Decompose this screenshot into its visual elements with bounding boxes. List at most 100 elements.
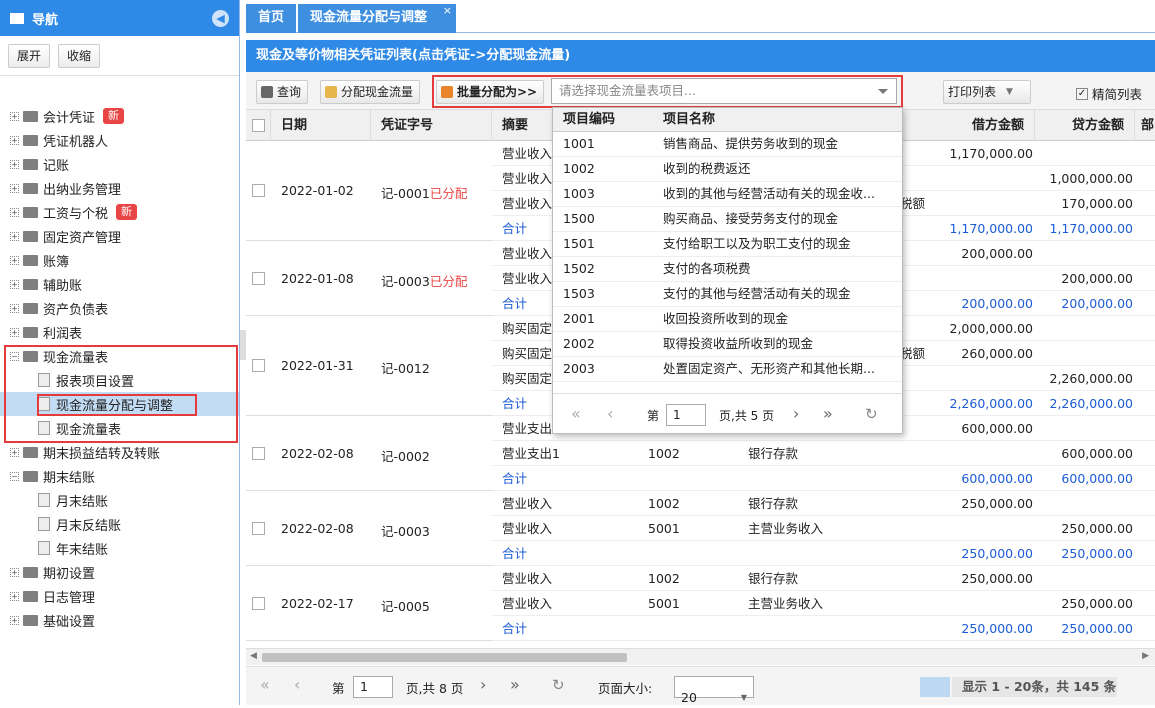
page-size-select[interactable]: 20 ▼ [674,676,754,705]
voucher-line[interactable]: 营业支出1 1002 银行存款 600,000.00 [492,441,1155,466]
prev-page-icon[interactable]: ‹ [607,404,613,423]
simple-list-checkbox[interactable]: ✓ 精简列表 [1076,84,1142,103]
nav-item[interactable]: + 固定资产管理 [0,224,239,248]
nav-item[interactable]: + 出纳业务管理 [0,176,239,200]
expand-toggle-icon[interactable]: + [10,111,19,121]
voucher-line[interactable]: 营业收入 5001 主营业务收入 250,000.00 [492,516,1155,541]
voucher-line[interactable]: 营业收入 1002 银行存款 250,000.00 [492,566,1155,591]
batch-assign-button[interactable]: 批量分配为>> [436,80,545,104]
row-checkbox[interactable] [252,596,265,610]
expand-toggle-icon[interactable]: + [10,231,19,241]
row-voucher[interactable]: 记-0012 [381,358,430,377]
select-all-checkbox[interactable] [252,119,265,132]
voucher-line[interactable]: 合计 600,000.00 600,000.00 [492,466,1155,491]
scroll-right-icon[interactable]: ▶ [1142,651,1149,661]
voucher-line[interactable]: 合计 250,000.00 250,000.00 [492,616,1155,641]
row-checkbox[interactable] [252,271,265,285]
print-list-button[interactable]: 打印列表 ▼ [943,80,1031,104]
row-checkbox[interactable] [252,359,265,372]
horizontal-scrollbar[interactable]: ◀ ▶ [246,648,1155,665]
expand-toggle-icon[interactable]: + [10,591,19,601]
expand-toggle-icon[interactable]: + [10,255,19,265]
table-row[interactable]: 2022-02-08 记-0003 营业收入 1002 银行存款 250,000.00 营业… [246,491,1155,566]
last-page-icon[interactable]: » [510,675,520,694]
nav-item[interactable]: + 凭证机器人 [0,128,239,152]
col-dept[interactable]: 部 [1141,110,1155,141]
voucher-line[interactable]: 合计 250,000.00 250,000.00 [492,541,1155,566]
tab-cashflow-assign[interactable]: 现金流量分配与调整 × [298,4,456,33]
col-debit[interactable]: 借方金额 [935,110,1035,141]
dropdown-option[interactable]: 1002 收到的税费返还 [553,157,902,182]
nav-child-item[interactable]: 月末反结账 [0,512,239,536]
scroll-thumb[interactable] [262,653,627,662]
voucher-line[interactable]: 营业收入 5001 主营业务收入 250,000.00 [492,591,1155,616]
nav-child-item[interactable]: 年末结账 [0,536,239,560]
nav-item[interactable]: + 利润表 [0,320,239,344]
page-input[interactable]: 1 [353,676,393,698]
expand-toggle-icon[interactable]: + [10,303,19,313]
expand-toggle-icon[interactable]: + [10,327,19,337]
nav-item[interactable]: − 期末结账 [0,464,239,488]
expand-toggle-icon[interactable]: + [10,159,19,169]
row-voucher[interactable]: 记-0002 [381,446,430,465]
prev-page-icon[interactable]: ‹ [294,675,300,694]
expand-toggle-icon[interactable]: + [10,279,19,289]
refresh-icon[interactable]: ↻ [865,405,878,423]
expand-toggle-icon[interactable]: + [10,135,19,145]
col-credit[interactable]: 贷方金额 [1035,110,1135,141]
nav-item[interactable]: + 记账 [0,152,239,176]
last-page-icon[interactable]: » [823,404,833,423]
cashflow-item-combo[interactable]: 请选择现金流量表项目... [551,78,897,104]
expand-toggle-icon[interactable]: + [10,183,19,193]
tab-home[interactable]: 首页 [246,4,296,33]
row-checkbox[interactable] [252,521,265,535]
dropdown-page-input[interactable]: 1 [666,404,706,426]
dropdown-option[interactable]: 1501 支付给职工以及为职工支付的现金 [553,232,902,257]
dropdown-option[interactable]: 1001 销售商品、提供劳务收到的现金 [553,132,902,157]
row-voucher[interactable]: 记-0003 [381,521,430,540]
col-date[interactable]: 日期 [271,110,371,141]
collapse-sidebar-icon[interactable]: ◀ [212,10,229,27]
expand-toggle-icon[interactable]: + [10,615,19,625]
row-voucher[interactable]: 记-0003已分配 [381,271,467,290]
row-voucher[interactable]: 记-0001已分配 [381,183,467,202]
nav-item[interactable]: + 期初设置 [0,560,239,584]
nav-item[interactable]: + 基础设置 [0,608,239,632]
expand-toggle-icon[interactable]: + [10,567,19,577]
expand-toggle-icon[interactable]: + [10,447,19,457]
next-page-icon[interactable]: › [793,404,799,423]
nav-item[interactable]: + 会计凭证新 [0,104,239,128]
dropdown-option[interactable]: 1503 支付的其他与经营活动有关的现金 [553,282,902,307]
assign-cashflow-button[interactable]: 分配现金流量 [320,80,421,104]
dropdown-option[interactable]: 2003 处置固定资产、无形资产和其他长期... [553,357,902,382]
next-page-icon[interactable]: › [480,675,486,694]
row-checkbox[interactable] [252,446,265,460]
nav-item[interactable]: + 期末损益结转及转账 [0,440,239,464]
close-tab-icon[interactable]: × [443,0,452,25]
collapse-button[interactable]: 收缩 [58,43,101,68]
expand-button[interactable]: 展开 [8,43,51,68]
first-page-icon[interactable]: « [260,675,270,694]
expand-toggle-icon[interactable]: − [10,471,19,481]
table-row[interactable]: 2022-02-17 记-0005 营业收入 1002 银行存款 250,000.00 营业… [246,566,1155,641]
col-voucher[interactable]: 凭证字号 [371,110,492,141]
row-voucher[interactable]: 记-0005 [381,596,430,615]
nav-item[interactable]: + 资产负债表 [0,296,239,320]
nav-item[interactable]: + 日志管理 [0,584,239,608]
nav-item[interactable]: + 工资与个税新 [0,200,239,224]
dropdown-option[interactable]: 1003 收到的其他与经营活动有关的现金收... [553,182,902,207]
nav-child-item[interactable]: 月末结账 [0,488,239,512]
scroll-left-icon[interactable]: ◀ [250,651,257,661]
query-button[interactable]: 查询 [256,80,309,104]
first-page-icon[interactable]: « [571,404,581,423]
nav-item[interactable]: + 账簿 [0,248,239,272]
nav-item[interactable]: + 辅助账 [0,272,239,296]
dropdown-option[interactable]: 2001 收回投资所收到的现金 [553,307,902,332]
dropdown-option[interactable]: 1502 支付的各项税费 [553,257,902,282]
row-checkbox[interactable] [252,184,265,197]
expand-toggle-icon[interactable]: + [10,207,19,217]
refresh-icon[interactable]: ↻ [552,676,565,694]
voucher-line[interactable]: 营业收入 1002 银行存款 250,000.00 [492,491,1155,516]
dropdown-option[interactable]: 2002 取得投资收益所收到的现金 [553,332,902,357]
dropdown-option[interactable]: 1500 购买商品、接受劳务支付的现金 [553,207,902,232]
